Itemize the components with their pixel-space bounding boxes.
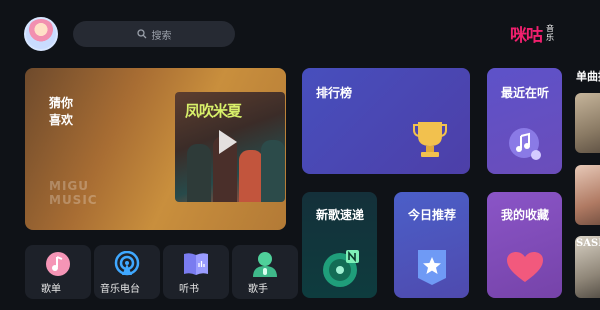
album-figure [187, 144, 211, 202]
search-bar[interactable]: 搜索 [73, 21, 235, 47]
watermark-line2: MUSIC [49, 193, 98, 207]
daily-recommend-title: 今日推荐 [408, 208, 457, 222]
radio-icon [114, 251, 140, 276]
trophy-icon [413, 122, 447, 157]
shortcut-audiobook[interactable]: 听书 [163, 245, 229, 299]
guess-you-like-title: 猜你 喜欢 [49, 95, 79, 129]
single-thumb-text: SASHA [576, 238, 600, 249]
guess-you-like-card[interactable]: 猜你 喜欢 MIGU MUSIC 凤吹米夏 [25, 68, 286, 230]
guess-title-line1: 猜你 [49, 96, 74, 110]
brand-sub-2: 乐 [546, 33, 554, 42]
album-cover[interactable]: 凤吹米夏 [175, 92, 285, 202]
shortcut-singer[interactable]: 歌手 [232, 245, 298, 299]
shortcut-songlist-label: 歌单 [41, 284, 61, 295]
watermark-line1: MIGU [49, 179, 89, 193]
album-title: 凤吹米夏 [185, 102, 242, 120]
album-figure [239, 150, 263, 202]
new-songs-card[interactable]: 新歌速递 [302, 192, 377, 298]
shortcut-songlist[interactable]: 歌单 [25, 245, 91, 299]
recently-played-title: 最近在听 [501, 86, 550, 100]
ranking-title: 排行榜 [316, 86, 353, 100]
guess-title-line2: 喜欢 [49, 113, 74, 127]
search-placeholder: 搜索 [151, 30, 172, 42]
singer-icon [253, 252, 277, 277]
recently-played-card[interactable]: 最近在听 [487, 68, 562, 174]
shortcut-radio-label: 音乐电台 [100, 284, 140, 295]
songlist-icon [46, 252, 70, 276]
daily-recommend-card[interactable]: 今日推荐 [394, 192, 469, 298]
search-icon [136, 29, 146, 39]
star-badge-icon [418, 250, 446, 285]
play-icon[interactable] [219, 130, 237, 154]
heart-icon [507, 252, 543, 282]
new-songs-title: 新歌速递 [316, 208, 365, 222]
my-favorites-title: 我的收藏 [501, 208, 550, 222]
single-thumb[interactable] [575, 165, 600, 225]
brand-sub: 音 乐 [546, 24, 554, 42]
shortcut-audiobook-label: 听书 [179, 284, 199, 295]
album-figure [261, 140, 285, 202]
single-thumb[interactable]: SASHA [575, 236, 600, 298]
shortcut-singer-label: 歌手 [248, 284, 268, 295]
user-avatar[interactable] [24, 17, 58, 51]
single-thumb[interactable] [575, 93, 600, 153]
music-note-icon [509, 128, 541, 160]
book-icon [184, 253, 208, 275]
shortcut-radio[interactable]: 音乐电台 [94, 245, 160, 299]
ranking-card[interactable]: 排行榜 [302, 68, 470, 174]
brand-sub-1: 音 [546, 24, 554, 33]
migu-music-watermark: MIGU MUSIC [49, 179, 99, 207]
my-favorites-card[interactable]: 我的收藏 [487, 192, 562, 298]
single-recommend-title: 单曲推 [576, 70, 600, 83]
brand-name: 咪咕 [510, 25, 543, 46]
brand-logo: 咪咕 音 乐 [510, 22, 554, 46]
vinyl-icon [323, 250, 359, 287]
